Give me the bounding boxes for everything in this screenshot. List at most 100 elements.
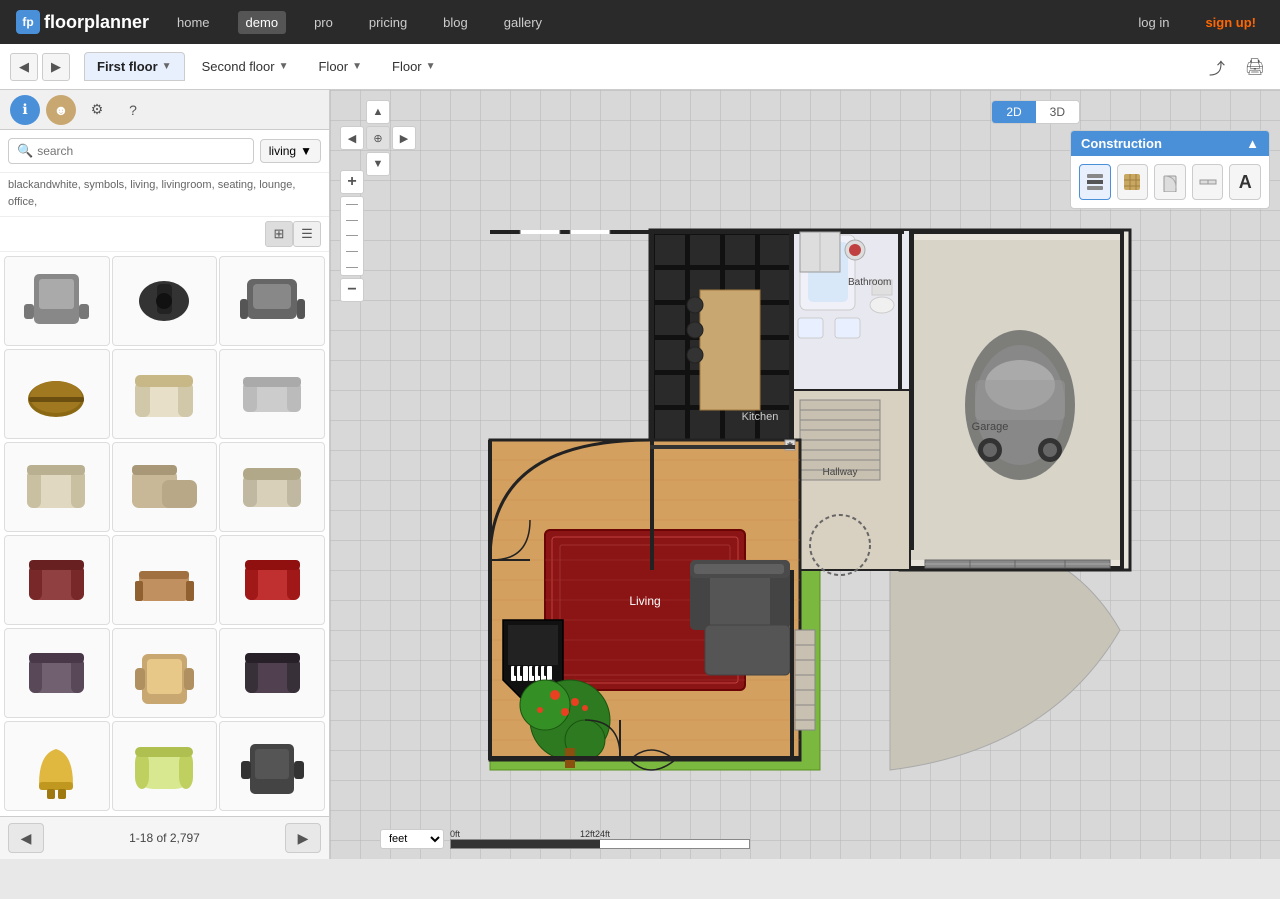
- sidebar: ℹ ☻ ⚙ ? 🔍 living ▼ blackandwhite, symbol…: [0, 90, 330, 859]
- furniture-item[interactable]: [219, 721, 325, 811]
- zoom-tick: [346, 220, 358, 221]
- scale-label-1: 12ft: [580, 829, 595, 839]
- nav-center-btn[interactable]: ⊕: [366, 126, 390, 150]
- furniture-item[interactable]: [219, 442, 325, 532]
- search-bar: 🔍 living ▼: [0, 130, 329, 173]
- furniture-item[interactable]: [112, 628, 218, 718]
- door-tool[interactable]: [1154, 164, 1186, 200]
- nav-blog[interactable]: blog: [435, 11, 476, 34]
- category-label: living: [269, 144, 296, 158]
- logo-icon: fp: [16, 10, 40, 34]
- toolbar-icons-right: ⤴ 🖨: [1202, 52, 1270, 82]
- sidebar-footer: ◀ 1-18 of 2,797 ▶: [0, 816, 329, 859]
- text-tool[interactable]: A: [1229, 164, 1261, 200]
- furniture-item[interactable]: [112, 721, 218, 811]
- floor-tab-second-label: Second floor: [202, 59, 275, 74]
- category-arrow: ▼: [300, 144, 312, 158]
- construction-panel: Construction ▲ A: [1070, 130, 1270, 209]
- nav-arrows: ▲ ◀ ⊕ ▶ ▼: [340, 100, 416, 176]
- furniture-item[interactable]: [219, 349, 325, 439]
- furniture-item[interactable]: [112, 535, 218, 625]
- wall-tool[interactable]: [1079, 164, 1111, 200]
- view-toggle-bar: ⊞ ☰: [0, 217, 329, 252]
- page-info: 1-18 of 2,797: [52, 831, 277, 845]
- floor-tab-fourth-arrow: ▼: [426, 61, 436, 72]
- furniture-item[interactable]: [4, 349, 110, 439]
- settings-icon[interactable]: ⚙: [82, 95, 112, 125]
- nav-right-btn[interactable]: ▶: [392, 126, 416, 150]
- zoom-slider[interactable]: [340, 196, 364, 276]
- furniture-item[interactable]: [4, 628, 110, 718]
- floor-tab-third-arrow: ▼: [352, 61, 362, 72]
- floor-tab-first-arrow: ▼: [162, 61, 172, 72]
- info-icon[interactable]: ℹ: [10, 95, 40, 125]
- zoom-in-btn[interactable]: +: [340, 170, 364, 194]
- furniture-item[interactable]: [4, 442, 110, 532]
- scale-label-2: 24ft: [595, 829, 610, 839]
- search-input[interactable]: [37, 144, 245, 158]
- info-bar: ℹ ☻ ⚙ ?: [0, 90, 329, 130]
- nav-gallery[interactable]: gallery: [496, 11, 550, 34]
- scale-bar: feet meters 0ft 12ft 24ft: [380, 829, 750, 849]
- construction-collapse-icon[interactable]: ▲: [1246, 136, 1259, 151]
- furniture-item[interactable]: [112, 442, 218, 532]
- nav-pro[interactable]: pro: [306, 11, 341, 34]
- kitchen-label: Kitchen: [742, 411, 779, 423]
- construction-header: Construction ▲: [1071, 131, 1269, 156]
- nav-demo[interactable]: demo: [238, 11, 287, 34]
- nav-forward-icon[interactable]: ▶: [42, 53, 70, 81]
- share-icon[interactable]: ⤴: [1202, 52, 1232, 82]
- zoom-out-btn[interactable]: −: [340, 278, 364, 302]
- furniture-item[interactable]: [4, 721, 110, 811]
- nav-pricing[interactable]: pricing: [361, 11, 415, 34]
- furniture-item[interactable]: [112, 256, 218, 346]
- top-navigation: fp floorplanner home demo pro pricing bl…: [0, 0, 1280, 44]
- zoom-tick: [346, 204, 358, 205]
- furniture-item[interactable]: [112, 349, 218, 439]
- furniture-item[interactable]: [219, 535, 325, 625]
- 3d-mode-btn[interactable]: 3D: [1036, 101, 1079, 123]
- hallway-label: Hallway: [822, 467, 857, 478]
- furniture-grid: [0, 252, 329, 816]
- furniture-item[interactable]: [219, 256, 325, 346]
- nav-login[interactable]: log in: [1130, 11, 1177, 34]
- floor-tab-fourth[interactable]: Floor ▼: [379, 52, 449, 81]
- living-label: Living: [629, 594, 660, 608]
- prev-page-btn[interactable]: ◀: [8, 823, 44, 853]
- floor-tab-second[interactable]: Second floor ▼: [189, 52, 302, 81]
- 2d-mode-btn[interactable]: 2D: [992, 101, 1035, 123]
- print-icon[interactable]: 🖨: [1240, 52, 1270, 82]
- nav-signup[interactable]: sign up!: [1197, 11, 1264, 34]
- nav-home[interactable]: home: [169, 11, 218, 34]
- grid-view-btn[interactable]: ⊞: [265, 221, 293, 247]
- nav-up-btn[interactable]: ▲: [366, 100, 390, 124]
- floor-tab-second-arrow: ▼: [279, 61, 289, 72]
- canvas-area[interactable]: ▲ ◀ ⊕ ▶ ▼ + − 2D 3: [330, 90, 1280, 859]
- zoom-controls: + −: [340, 170, 364, 302]
- furniture-item[interactable]: [219, 628, 325, 718]
- floor-tab-first[interactable]: First floor ▼: [84, 52, 185, 81]
- search-icon: 🔍: [17, 143, 33, 159]
- floor-plan-svg[interactable]: Garage: [370, 130, 1170, 810]
- garage-label: Garage: [972, 421, 1009, 433]
- floor-tool[interactable]: [1117, 164, 1149, 200]
- logo[interactable]: fp floorplanner: [16, 10, 149, 34]
- next-page-btn[interactable]: ▶: [285, 823, 321, 853]
- scale-unit-select[interactable]: feet meters: [380, 829, 444, 849]
- window-tool[interactable]: [1192, 164, 1224, 200]
- nav-down-btn[interactable]: ▼: [366, 152, 390, 176]
- scale-label-0: 0ft: [450, 829, 460, 839]
- person-icon[interactable]: ☻: [46, 95, 76, 125]
- zoom-tick: [346, 235, 358, 236]
- nav-left-btn[interactable]: ◀: [340, 126, 364, 150]
- nav-back-icon[interactable]: ◀: [10, 53, 38, 81]
- furniture-item[interactable]: [4, 535, 110, 625]
- category-dropdown[interactable]: living ▼: [260, 139, 321, 163]
- scale-dark: [451, 840, 600, 848]
- floor-tab-third[interactable]: Floor ▼: [305, 52, 375, 81]
- furniture-item[interactable]: [4, 256, 110, 346]
- main-layout: ℹ ☻ ⚙ ? 🔍 living ▼ blackandwhite, symbol…: [0, 90, 1280, 859]
- floor-tab-first-label: First floor: [97, 59, 158, 74]
- help-icon[interactable]: ?: [118, 95, 148, 125]
- list-view-btn[interactable]: ☰: [293, 221, 321, 247]
